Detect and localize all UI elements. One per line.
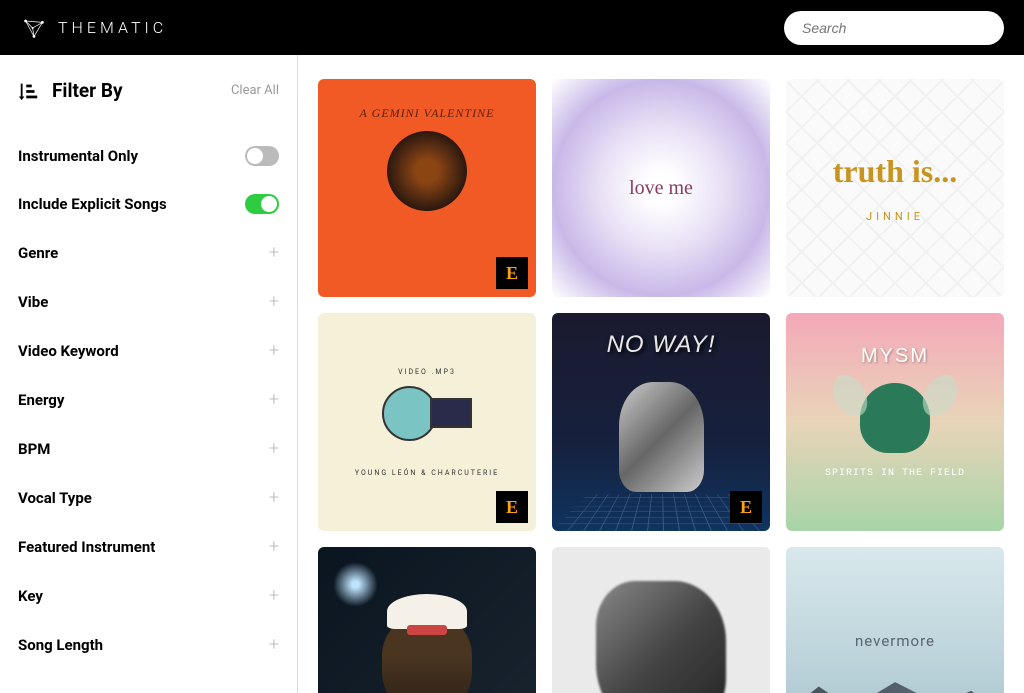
album-card[interactable] <box>318 547 536 693</box>
filter-category-genre[interactable]: Genre + <box>18 228 279 277</box>
filter-category-vocal-type[interactable]: Vocal Type + <box>18 473 279 522</box>
toggle-label: Instrumental Only <box>18 147 138 165</box>
album-grid: A GEMINI VALENTINE E love me truth is...… <box>318 79 1004 693</box>
clear-all-button[interactable]: Clear All <box>231 83 279 98</box>
filter-category-song-length[interactable]: Song Length + <box>18 620 279 669</box>
plus-icon: + <box>269 389 279 410</box>
toggle-switch-explicit[interactable] <box>245 194 279 214</box>
album-top-text: VIDEO .MP3 <box>398 368 456 376</box>
album-art <box>382 616 472 693</box>
plus-icon: + <box>269 340 279 361</box>
filter-category-bpm[interactable]: BPM + <box>18 424 279 473</box>
search-container <box>784 11 1004 45</box>
album-subtitle: SPIRITS IN THE FIELD <box>825 468 965 479</box>
plus-icon: + <box>269 242 279 263</box>
album-art <box>596 581 726 693</box>
album-card[interactable]: nevermore <box>786 547 1004 693</box>
explicit-badge: E <box>496 491 528 523</box>
album-card[interactable]: truth is... JINNIE <box>786 79 1004 297</box>
plus-icon: + <box>269 585 279 606</box>
album-title: nevermore <box>855 632 935 650</box>
plus-icon: + <box>269 536 279 557</box>
album-card[interactable]: MYSM SPIRITS IN THE FIELD <box>786 313 1004 531</box>
album-title: NO WAY! <box>607 331 716 359</box>
explicit-badge: E <box>496 257 528 289</box>
toggle-label: Include Explicit Songs <box>18 195 167 213</box>
filter-category-energy[interactable]: Energy + <box>18 375 279 424</box>
filter-category-featured-instrument[interactable]: Featured Instrument + <box>18 522 279 571</box>
album-card[interactable]: love me <box>552 79 770 297</box>
album-artist: YOUNG LEÓN & CHARCUTERIE <box>355 469 499 477</box>
filter-category-video-keyword[interactable]: Video Keyword + <box>18 326 279 375</box>
album-artist: JINNIE <box>866 210 924 223</box>
album-title: A GEMINI VALENTINE <box>360 106 495 121</box>
album-title: truth is... <box>833 153 957 190</box>
album-title: love me <box>629 177 693 199</box>
filter-category-vibe[interactable]: Vibe + <box>18 277 279 326</box>
search-input[interactable] <box>784 11 1004 45</box>
camera-illustration <box>382 386 472 451</box>
toggle-instrumental-only: Instrumental Only <box>18 132 279 180</box>
plus-icon: + <box>269 291 279 312</box>
album-card[interactable]: A GEMINI VALENTINE E <box>318 79 536 297</box>
plus-icon: + <box>269 438 279 459</box>
album-card[interactable] <box>552 547 770 693</box>
album-brand: MYSM <box>861 345 929 368</box>
album-card[interactable]: VIDEO .MP3 YOUNG LEÓN & CHARCUTERIE E <box>318 313 536 531</box>
toggle-include-explicit: Include Explicit Songs <box>18 180 279 228</box>
frog-illustration <box>860 383 930 453</box>
plus-icon: + <box>269 634 279 655</box>
filter-category-key[interactable]: Key + <box>18 571 279 620</box>
brand-text: THEMATIC <box>58 18 167 37</box>
results-grid-container: A GEMINI VALENTINE E love me truth is...… <box>298 55 1024 693</box>
album-art <box>387 131 467 211</box>
brand-logo[interactable]: THEMATIC <box>20 14 167 42</box>
filter-title: Filter By <box>52 79 123 102</box>
album-card[interactable]: NO WAY! E <box>552 313 770 531</box>
filter-header: Filter By Clear All <box>18 79 279 102</box>
app-header: THEMATIC <box>0 0 1024 55</box>
sort-icon <box>18 80 40 102</box>
filter-sidebar: Filter By Clear All Instrumental Only In… <box>0 55 298 693</box>
explicit-badge: E <box>730 491 762 523</box>
logo-icon <box>20 14 48 42</box>
plus-icon: + <box>269 487 279 508</box>
toggle-switch-instrumental[interactable] <box>245 146 279 166</box>
album-art <box>619 382 704 492</box>
